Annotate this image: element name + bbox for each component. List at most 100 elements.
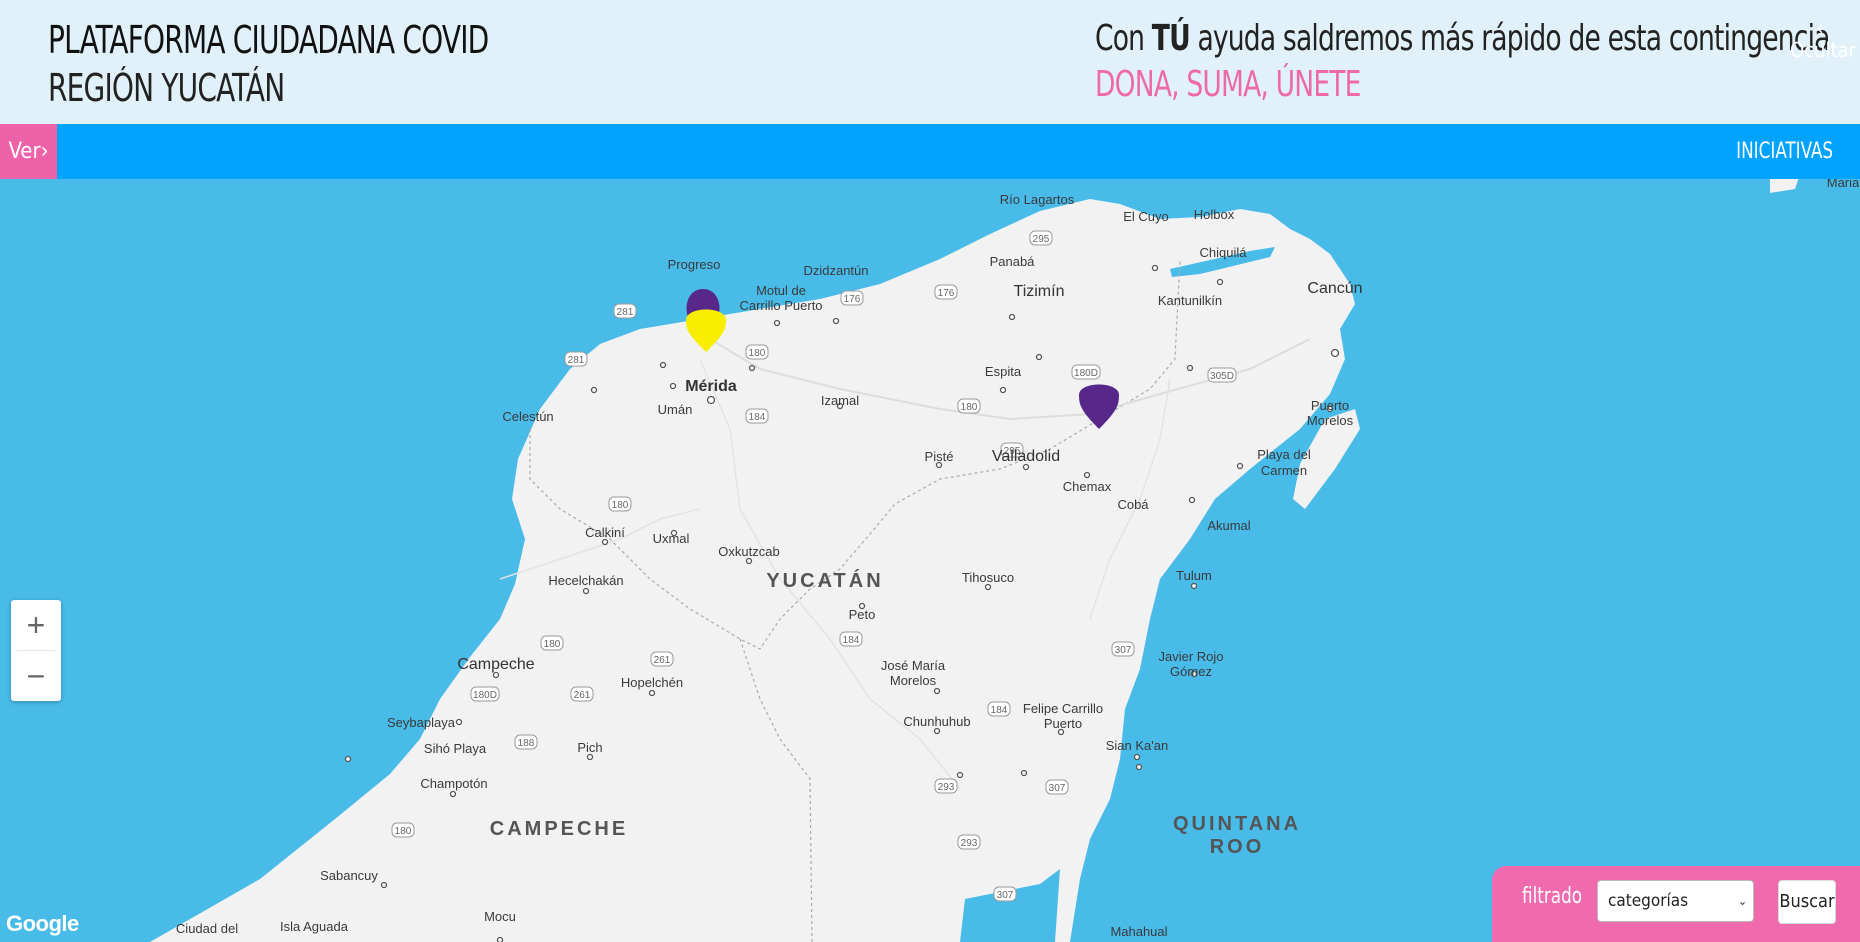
map-label: YUCATÁN — [766, 569, 883, 592]
slogan-bold: TÚ — [1151, 18, 1191, 59]
map-label: José María — [881, 658, 946, 673]
route-shield-label: 180 — [612, 500, 629, 511]
map-label: Isla Aguada — [280, 919, 349, 934]
hide-label: Ocultar — [1790, 38, 1856, 62]
route-shield-label: 180 — [961, 402, 978, 413]
map-label: Puerto — [1311, 398, 1349, 413]
map-label: Sabancuy — [320, 868, 378, 883]
map-label: Chemax — [1063, 479, 1112, 494]
route-shield-label: 188 — [518, 738, 535, 749]
route-shield-label: 261 — [574, 690, 591, 701]
map-label: Chiquilá — [1200, 245, 1248, 260]
route-shield-label: 176 — [938, 288, 955, 299]
route-shield-label: 180D — [1074, 368, 1098, 379]
route-shield-label: 184 — [843, 635, 860, 646]
route-shield-label: 307 — [997, 890, 1014, 901]
route-shield-label: 180 — [395, 826, 412, 837]
slogan-suffix: ayuda saldremos más rápido de esta conti… — [1189, 18, 1830, 59]
hide-header-button[interactable]: ‹ Ocultar — [1790, 16, 1856, 62]
filter-label: filtrado — [1522, 884, 1583, 909]
map-label: Sihó Playa — [424, 741, 487, 756]
map-label: Playa del — [1257, 447, 1311, 462]
map-label: Valladolid — [992, 448, 1060, 465]
route-shield-label: 295 — [1033, 234, 1050, 245]
map-label: Campeche — [457, 656, 534, 673]
map-label: Hopelchén — [621, 675, 683, 690]
map-label: Tizimín — [1014, 283, 1065, 300]
google-logo: Google — [6, 911, 79, 936]
map-label: Javier Rojo — [1158, 649, 1223, 664]
map-label: Uxmal — [653, 531, 690, 546]
map-label: Río Lagartos — [1000, 192, 1075, 207]
route-shield-label: 307 — [1115, 645, 1132, 656]
map-label: Cobá — [1117, 497, 1149, 512]
map-label: Panabá — [990, 254, 1036, 269]
map-label: Mérida — [685, 378, 737, 395]
map-label: Kantunilkín — [1158, 293, 1222, 308]
chevron-down-icon: ⌄ — [1737, 894, 1747, 908]
route-shield-label: 180 — [749, 348, 766, 359]
iniciativas-link[interactable]: INICIATIVAS — [1736, 124, 1833, 179]
ver-label: Ver — [8, 139, 41, 164]
map-label: El Cuyo — [1123, 209, 1169, 224]
map-label: Ciudad del — [176, 921, 238, 936]
map-label: Cancún — [1307, 280, 1362, 297]
slogan-prefix: Con — [1095, 18, 1152, 59]
map-canvas[interactable]: 295 176 176 281 281 180 180D 180 184 295… — [0, 179, 1860, 942]
slogan: Con TÚ ayuda saldremos más rápido de est… — [1095, 18, 1830, 59]
chevron-left-icon: ‹ — [1816, 16, 1824, 40]
map-label: Carmen — [1261, 463, 1307, 478]
filter-panel: filtrado categorías ⌄ Buscar — [1492, 866, 1860, 942]
map-label: Pich — [577, 740, 602, 755]
map-svg: 295 176 176 281 281 180 180D 180 184 295… — [150, 179, 1860, 942]
map-label: Umán — [658, 402, 693, 417]
route-shield-label: 293 — [961, 838, 978, 849]
route-shield-label: 293 — [938, 782, 955, 793]
map-label: Motul de — [756, 283, 806, 298]
map-label: Mahahual — [1110, 924, 1167, 939]
route-shield-label: 180 — [544, 639, 561, 650]
route-shield-label: 180D — [473, 690, 497, 701]
map-label: ROO — [1210, 836, 1265, 858]
map-label: Mocu — [484, 909, 516, 924]
route-shield-label: 184 — [749, 412, 766, 423]
zoom-control: + − — [11, 600, 61, 701]
map-label: CAMPECHE — [490, 818, 628, 840]
ver-button[interactable]: Ver› — [0, 124, 57, 179]
map-label: Peto — [849, 607, 876, 622]
map-label: Morelos — [890, 673, 937, 688]
map-label: Maria — [1827, 179, 1860, 190]
route-shield-label: 307 — [1049, 783, 1066, 794]
category-select[interactable]: categorías ⌄ — [1597, 880, 1754, 922]
map-label: Seybaplaya — [387, 715, 456, 730]
route-shield-label: 281 — [617, 307, 634, 318]
map-label: Progreso — [668, 257, 721, 272]
chevron-right-icon: › — [40, 139, 49, 164]
header-banner: PLATAFORMA CIUDADANA COVID REGIÓN YUCATÁ… — [0, 0, 1860, 124]
map-label: Izamal — [821, 393, 859, 408]
zoom-in-button[interactable]: + — [11, 600, 61, 650]
map-label: Pisté — [925, 449, 954, 464]
map-label: Puerto — [1044, 716, 1082, 731]
category-select-value: categorías — [1608, 891, 1689, 911]
map-label: Chunhuhub — [903, 714, 970, 729]
isla-mujeres — [1770, 179, 1799, 193]
map-label: Gómez — [1170, 664, 1212, 679]
platform-title: PLATAFORMA CIUDADANA COVID — [48, 18, 489, 62]
map-label: Morelos — [1307, 413, 1354, 428]
map-label: Celestún — [502, 409, 553, 424]
map-label: Oxkutzcab — [718, 544, 779, 559]
map-label: Felipe Carrillo — [1023, 701, 1103, 716]
map-label: Carrillo Puerto — [739, 298, 822, 313]
route-shield-label: 305D — [1210, 371, 1234, 382]
route-shield-label: 176 — [844, 294, 861, 305]
map-label: Espita — [985, 364, 1022, 379]
map-label: Dzidzantún — [803, 263, 868, 278]
map-label: Hecelchakán — [548, 573, 623, 588]
search-button[interactable]: Buscar — [1778, 880, 1836, 924]
map-label: Champotón — [420, 776, 487, 791]
route-shield-label: 261 — [654, 655, 671, 666]
map-label: Akumal — [1207, 518, 1250, 533]
call-to-action: DONA, SUMA, ÚNETE — [1095, 64, 1361, 105]
zoom-out-button[interactable]: − — [11, 651, 61, 701]
